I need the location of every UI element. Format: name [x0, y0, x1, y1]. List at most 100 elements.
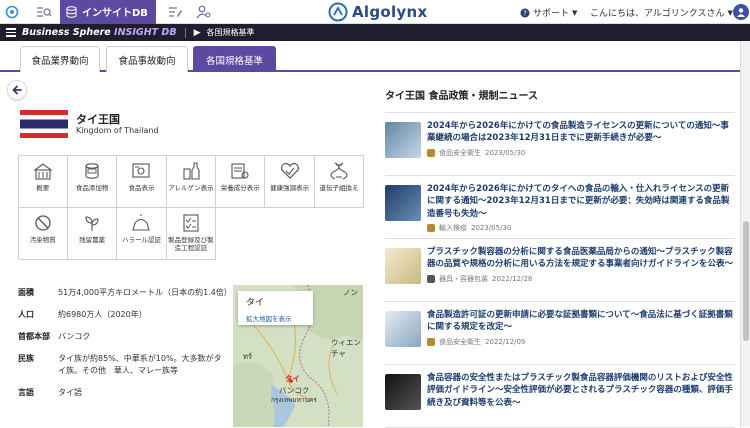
- section-tabs: 食品業界動向 食品事故動向 各国規格基準: [0, 41, 740, 72]
- info-row: 民族 タイ族が約85%、中華系が10%。大多数がタイ族。その他 華人、マレー族等: [18, 353, 228, 377]
- category-label: 食品添加物: [75, 183, 109, 192]
- support-label: サポート: [533, 9, 570, 19]
- news-meta: 食品安全衛生 2022/12/09: [427, 337, 735, 347]
- map-popup-name: タイ: [246, 298, 265, 308]
- breadcrumb[interactable]: 各国規格基準: [206, 27, 254, 38]
- news-meta: 輸入検疫 2023/05/30: [427, 223, 735, 233]
- country-info: 面積 51万4,000平方キロメートル（日本の約1.4倍） 人口 約6980万人…: [18, 287, 232, 409]
- tab-standards[interactable]: 各国規格基準: [193, 46, 276, 72]
- brand-title: Business Sphere INSIGHT DB: [22, 27, 177, 38]
- greeting-text: こんにちは、アルゴリンクスさん: [590, 9, 725, 19]
- info-value: タイ族が約85%、中華系が10%。大多数がタイ族。その他 華人、マレー族等: [58, 354, 222, 375]
- tab-food-industry[interactable]: 食品業界動向: [20, 46, 100, 72]
- news-meta: 器具・容器包装 2022/12/28: [427, 274, 735, 284]
- sprout-icon: [85, 215, 99, 231]
- nav-bar: Business Sphere INSIGHT DB ▶ 各国規格基準: [0, 24, 750, 41]
- edit-list-icon[interactable]: [164, 0, 188, 24]
- country-map[interactable]: タイ 拡大地図を表示 ノン ウィエンチャ ทร์ タイ バンコク กรุงเทพ…: [233, 285, 363, 427]
- info-value: バンコク: [58, 332, 91, 341]
- news-headline[interactable]: プラスチック製容器の分析に関する食品医薬品局からの通知〜プラスチック製容器の品質…: [427, 246, 735, 271]
- dna-icon: [330, 162, 348, 179]
- back-button[interactable]: [7, 80, 27, 100]
- map-label-country: タイ: [285, 374, 300, 383]
- category-overview[interactable]: 概要: [17, 154, 68, 208]
- brand-accent: INSIGHT DB: [114, 27, 177, 38]
- category-grid: 概要 食品添加物 食品表示 アレルゲン表示 栄養成分表示 健康強調表示 遺伝子組…: [17, 154, 365, 260]
- news-headline[interactable]: 2024年から2026年にかけてのタイへの食品の輸入・仕入れライセンスの更新に関…: [427, 183, 735, 220]
- algolynx-logo[interactable]: Algolynx: [328, 2, 427, 22]
- category-label: 遺伝子組換え: [319, 183, 359, 192]
- tab-food-accidents[interactable]: 食品事故動向: [106, 46, 188, 72]
- category-halal[interactable]: ハラール認証: [116, 206, 167, 260]
- news-thumbnail: [385, 374, 421, 410]
- algolynx-logo-icon: [328, 2, 348, 22]
- info-row: 人口 約6980万人（2020年）: [18, 309, 228, 321]
- news-category: 器具・容器包装: [439, 274, 488, 283]
- news-item[interactable]: プラスチック製容器の分析に関する食品医薬品局からの通知〜プラスチック製容器の品質…: [385, 239, 735, 302]
- map-popup: タイ 拡大地図を表示: [238, 291, 313, 325]
- news-date: 2022/12/09: [485, 337, 526, 346]
- category-nutrition[interactable]: 栄養成分表示: [215, 154, 266, 208]
- top-bar: インサイトDB Algolynx ? サポート ▼ こんにちは、アルゴリンクスさ…: [0, 0, 750, 24]
- category-gmo[interactable]: 遺伝子組換え: [313, 154, 365, 208]
- category-badge-icon: [427, 274, 435, 283]
- chevron-down-icon: ▼: [572, 8, 578, 17]
- hamburger-menu-icon[interactable]: [0, 28, 22, 37]
- prohibit-icon: [35, 214, 51, 231]
- news-item[interactable]: 食品容器の安全性またはプラスチック製食品容器評価機関のリストおよび安全性評価ガイ…: [385, 365, 735, 428]
- brand-main: Business Sphere: [22, 27, 111, 38]
- news-thumbnail: [385, 122, 421, 158]
- category-additives[interactable]: 食品添加物: [66, 154, 118, 208]
- insight-db-tab[interactable]: インサイトDB: [60, 0, 156, 24]
- avatar-icon[interactable]: [733, 4, 749, 20]
- info-key: 人口: [18, 310, 34, 319]
- news-category: 食品安全衛生: [439, 337, 481, 346]
- news-thumbnail: [385, 185, 421, 221]
- svg-text:?: ?: [523, 9, 527, 17]
- support-menu[interactable]: ? サポート ▼: [520, 6, 577, 19]
- info-key: 民族: [18, 354, 34, 363]
- info-row: 言語 タイ語: [18, 387, 228, 399]
- category-pesticides[interactable]: 残留農薬: [66, 206, 118, 260]
- category-label: 健康強調表示: [270, 183, 310, 192]
- breadcrumb-arrow-icon[interactable]: ▶: [194, 28, 201, 38]
- info-row: 首都本部 バンコク: [18, 331, 228, 343]
- map-label-capital-thai: กรุงเทพมหานคร: [271, 396, 317, 404]
- news-thumbnail: [385, 311, 421, 347]
- info-value: タイ語: [58, 388, 82, 397]
- category-contaminants[interactable]: 汚染物質: [17, 206, 68, 260]
- news-meta: 食品安全衛生 2023/05/30: [427, 148, 735, 158]
- news-headline[interactable]: 食品製造許可証の更新申請に必要な証拠書類について〜食品法に基づく証拠書類に関する…: [427, 309, 735, 334]
- news-thumbnail: [385, 248, 421, 284]
- halal-icon: [132, 213, 151, 231]
- info-key: 首都本部: [18, 332, 50, 341]
- category-labeling[interactable]: 食品表示: [116, 154, 167, 208]
- user-menu[interactable]: こんにちは、アルゴリンクスさん ▼: [590, 6, 733, 20]
- category-label: 製品登録及び製造工程認証: [168, 235, 214, 252]
- category-registration[interactable]: 製品登録及び製造工程認証: [165, 206, 217, 260]
- category-badge-icon: [427, 223, 435, 232]
- enlarge-map-link[interactable]: 拡大地図を表示: [246, 313, 305, 323]
- category-allergen[interactable]: アレルゲン表示: [165, 154, 217, 208]
- info-key: 言語: [18, 388, 34, 397]
- category-label: 汚染物質: [29, 235, 56, 244]
- news-item[interactable]: 食品製造許可証の更新申請に必要な証拠書類について〜食品法に基づく証拠書類に関する…: [385, 302, 735, 365]
- news-item[interactable]: 2024年から2026年にかけてのタイへの食品の輸入・仕入れライセンスの更新に関…: [385, 176, 735, 239]
- user-settings-icon[interactable]: [192, 0, 216, 24]
- news-category: 食品安全衛生: [439, 148, 481, 157]
- building-icon: [33, 162, 53, 180]
- page-scrollbar[interactable]: [740, 41, 750, 427]
- news-item[interactable]: 2024年から2026年にかけての食品製造ライセンスの更新についての通知〜事業継…: [385, 113, 735, 176]
- category-health-claims[interactable]: 健康強調表示: [264, 154, 315, 208]
- info-row: 面積 51万4,000平方キロメートル（日本の約1.4倍）: [18, 287, 232, 299]
- news-category: 輸入検疫: [439, 223, 467, 232]
- search-list-icon[interactable]: [32, 0, 56, 24]
- news-headline[interactable]: 2024年から2026年にかけての食品製造ライセンスの更新についての通知〜事業継…: [427, 120, 735, 145]
- category-label: アレルゲン表示: [168, 183, 214, 192]
- thailand-flag-icon: [20, 110, 68, 138]
- app-logo-icon[interactable]: [0, 0, 24, 24]
- map-label: ノン: [343, 288, 358, 297]
- scrollbar-thumb[interactable]: [743, 221, 749, 341]
- news-headline[interactable]: 食品容器の安全性またはプラスチック製食品容器評価機関のリストおよび安全性評価ガイ…: [427, 372, 735, 409]
- category-label: 栄養成分表示: [220, 183, 260, 192]
